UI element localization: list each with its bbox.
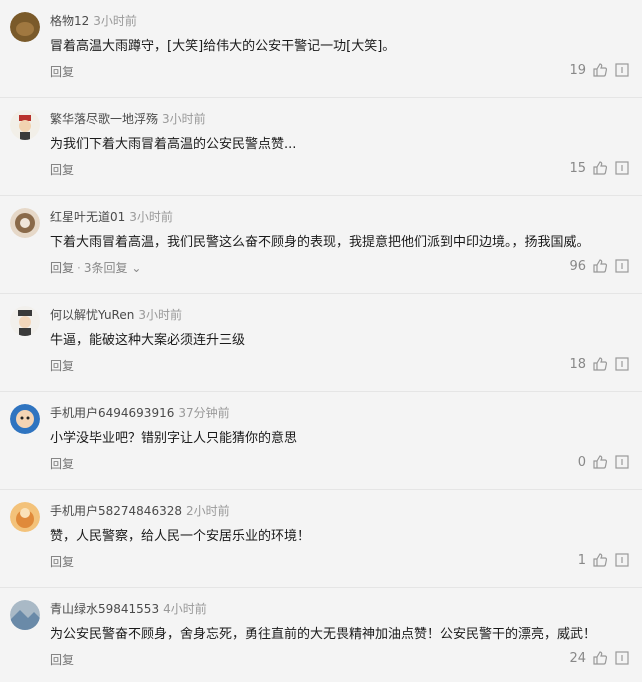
comment-actions: 回复 <box>50 651 74 669</box>
like-count: 24 <box>569 650 586 666</box>
like-count: 96 <box>569 258 586 274</box>
username[interactable]: 手机用户58274846328 <box>50 504 182 518</box>
comment-meta: 青山绿水59841553 4小时前 <box>50 600 207 618</box>
comment-meta: 繁华落尽歌一地浮殇 3小时前 <box>50 110 206 128</box>
username[interactable]: 手机用户6494693916 <box>50 406 174 420</box>
comment-item: 何以解忧YuRen 3小时前 牛逼，能破这种大案必须连升三级 回复 18 <box>0 294 642 392</box>
thumbs-up-icon[interactable] <box>592 356 608 372</box>
thumbs-up-icon[interactable] <box>592 454 608 470</box>
reply-button[interactable]: 回复 <box>50 65 74 79</box>
reply-button[interactable]: 回复 <box>50 555 74 569</box>
like-group: 19 <box>568 62 630 78</box>
like-group: 24 <box>568 650 630 666</box>
comment-box-icon[interactable] <box>614 62 630 78</box>
timestamp: 3小时前 <box>93 14 137 28</box>
separator: · <box>77 261 81 275</box>
comment-item: 手机用户58274846328 2小时前 赞，人民警察，给人民一个安居乐业的环境！… <box>0 490 642 588</box>
comment-actions: 回复 <box>50 161 74 179</box>
comment-meta: 格物12 3小时前 <box>50 12 137 30</box>
timestamp: 4小时前 <box>163 602 207 616</box>
username[interactable]: 青山绿水59841553 <box>50 602 159 616</box>
username[interactable]: 红星叶无道01 <box>50 210 125 224</box>
reply-button[interactable]: 回复 <box>50 163 74 177</box>
view-replies-link[interactable]: 3条回复 ⌄ <box>84 261 142 275</box>
comment-actions: 回复 <box>50 553 74 571</box>
comment-item: 青山绿水59841553 4小时前 为公安民警奋不顾身，舍身忘死，勇往直前的大无畏… <box>0 588 642 682</box>
replies-count: 3条回复 <box>83 261 128 275</box>
avatar[interactable] <box>10 404 40 434</box>
timestamp: 3小时前 <box>129 210 173 224</box>
comment-box-icon[interactable] <box>614 258 630 274</box>
username[interactable]: 何以解忧YuRen <box>50 308 134 322</box>
comment-text: 赞，人民警察，给人民一个安居乐业的环境！ <box>50 529 311 544</box>
like-group: 18 <box>568 356 630 372</box>
comment-actions: 回复 <box>50 357 74 375</box>
like-count: 15 <box>569 160 586 176</box>
username[interactable]: 繁华落尽歌一地浮殇 <box>50 112 158 126</box>
like-count: 18 <box>569 356 586 372</box>
comment-box-icon[interactable] <box>614 552 630 568</box>
like-count: 1 <box>577 552 586 568</box>
timestamp: 37分钟前 <box>178 406 230 420</box>
comment-meta: 何以解忧YuRen 3小时前 <box>50 306 182 324</box>
like-group: 96 <box>568 258 630 274</box>
timestamp: 3小时前 <box>138 308 182 322</box>
comment-list: 格物12 3小时前 冒着高温大雨蹲守，[大笑]给伟大的公安干警记一功[大笑]。 回… <box>0 0 642 682</box>
comment-item: 红星叶无道01 3小时前 下着大雨冒着高温，我们民警这么奋不顾身的表现，我提意把他… <box>0 196 642 294</box>
avatar[interactable] <box>10 12 40 42</box>
comment-meta: 红星叶无道01 3小时前 <box>50 208 173 226</box>
avatar[interactable] <box>10 306 40 336</box>
comment-item: 格物12 3小时前 冒着高温大雨蹲守，[大笑]给伟大的公安干警记一功[大笑]。 回… <box>0 0 642 98</box>
thumbs-up-icon[interactable] <box>592 650 608 666</box>
comment-text: 冒着高温大雨蹲守，[大笑]给伟大的公安干警记一功[大笑]。 <box>50 39 396 54</box>
comment-box-icon[interactable] <box>614 356 630 372</box>
like-group: 15 <box>568 160 630 176</box>
comment-text: 为公安民警奋不顾身，舍身忘死，勇往直前的大无畏精神加油点赞！公安民警干的漂亮，威… <box>50 627 597 642</box>
comment-text: 为我们下着大雨冒着高温的公安民警点赞... <box>50 137 297 152</box>
comment-meta: 手机用户6494693916 37分钟前 <box>50 404 230 422</box>
comment-meta: 手机用户58274846328 2小时前 <box>50 502 230 520</box>
username[interactable]: 格物12 <box>50 14 89 28</box>
comment-box-icon[interactable] <box>614 454 630 470</box>
like-group: 0 <box>568 454 630 470</box>
timestamp: 3小时前 <box>162 112 206 126</box>
comment-actions: 回复 <box>50 455 74 473</box>
avatar[interactable] <box>10 502 40 532</box>
like-group: 1 <box>568 552 630 568</box>
like-count: 0 <box>577 454 586 470</box>
reply-button[interactable]: 回复 <box>50 261 74 275</box>
reply-button[interactable]: 回复 <box>50 359 74 373</box>
chevron-down-icon: ⌄ <box>131 261 142 275</box>
comment-box-icon[interactable] <box>614 650 630 666</box>
comment-item: 繁华落尽歌一地浮殇 3小时前 为我们下着大雨冒着高温的公安民警点赞... 回复 1… <box>0 98 642 196</box>
comment-text: 下着大雨冒着高温，我们民警这么奋不顾身的表现，我提意把他们派到中印边境。，扬我国… <box>50 235 590 250</box>
comment-box-icon[interactable] <box>614 160 630 176</box>
comment-item: 手机用户6494693916 37分钟前 小学没毕业吧？错别字让人只能猜你的意思 … <box>0 392 642 490</box>
like-count: 19 <box>569 62 586 78</box>
comment-text: 小学没毕业吧？错别字让人只能猜你的意思 <box>50 431 298 446</box>
thumbs-up-icon[interactable] <box>592 160 608 176</box>
reply-button[interactable]: 回复 <box>50 653 74 667</box>
avatar[interactable] <box>10 110 40 140</box>
thumbs-up-icon[interactable] <box>592 62 608 78</box>
timestamp: 2小时前 <box>185 504 230 518</box>
avatar[interactable] <box>10 600 40 630</box>
avatar[interactable] <box>10 208 40 238</box>
reply-button[interactable]: 回复 <box>50 457 74 471</box>
thumbs-up-icon[interactable] <box>592 552 608 568</box>
comment-actions: 回复 · 3条回复 ⌄ <box>50 259 141 277</box>
thumbs-up-icon[interactable] <box>592 258 608 274</box>
comment-text: 牛逼，能破这种大案必须连升三级 <box>50 333 246 348</box>
comment-actions: 回复 <box>50 63 74 81</box>
